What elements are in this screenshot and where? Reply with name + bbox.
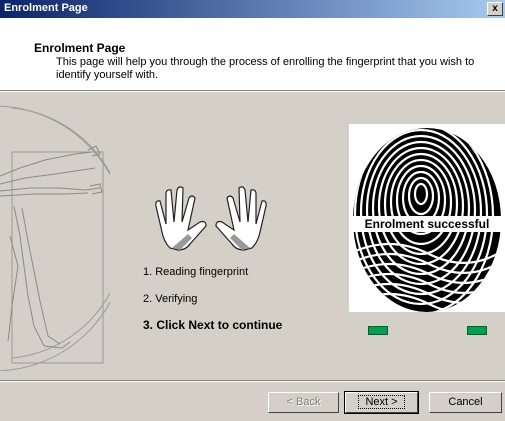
next-button[interactable]: Next > — [344, 391, 419, 414]
hands-illustration — [155, 186, 267, 251]
cancel-button[interactable]: Cancel — [429, 392, 502, 413]
enrolment-dialog: Enrolment Page x Enrolment Page This pag… — [0, 0, 505, 421]
footer-divider — [0, 380, 505, 382]
left-hand-icon — [155, 186, 207, 251]
window-title: Enrolment Page — [4, 2, 88, 14]
right-hand-icon — [215, 186, 267, 251]
page-title: Enrolment Page — [34, 41, 126, 55]
enrolment-status-label: Enrolment successful — [349, 216, 505, 232]
wizard-header: Enrolment Page This page will help you t… — [0, 18, 505, 90]
title-bar[interactable]: Enrolment Page x — [0, 0, 505, 18]
page-description: This page will help you through the proc… — [56, 56, 475, 81]
vitruvian-man-illustration — [0, 96, 110, 371]
header-divider — [0, 90, 505, 92]
fingerprint-panel: Enrolment successful — [349, 124, 505, 312]
status-indicator-right — [467, 326, 487, 335]
step-reading-fingerprint: 1. Reading fingerprint — [143, 266, 249, 278]
next-button-label: Next > — [358, 395, 405, 409]
step-click-next: 3. Click Next to continue — [143, 318, 283, 332]
close-button[interactable]: x — [487, 2, 503, 16]
back-button[interactable]: < Back — [268, 392, 339, 413]
status-indicator-left — [368, 326, 388, 335]
close-icon: x — [492, 3, 498, 14]
step-verifying: 2. Verifying — [143, 293, 198, 305]
